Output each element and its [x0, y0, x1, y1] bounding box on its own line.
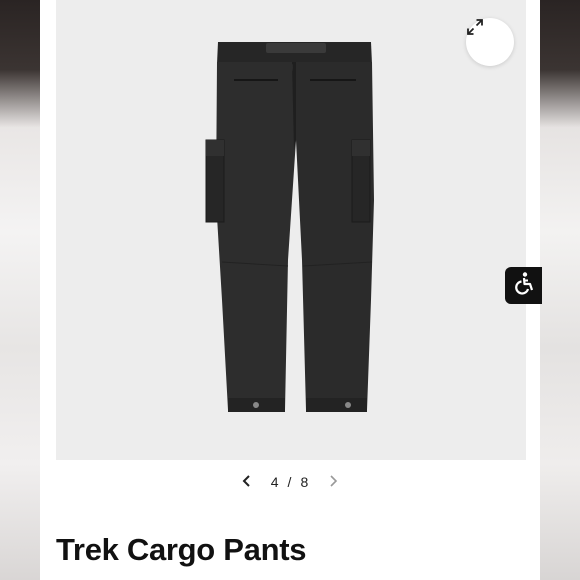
next-image-button[interactable]: [321, 470, 345, 494]
blurred-left-edge: [0, 0, 40, 580]
product-image[interactable]: [56, 0, 526, 460]
chevron-left-icon: [241, 474, 253, 491]
blurred-right-edge: [540, 0, 580, 580]
accessibility-button[interactable]: [505, 267, 542, 304]
total-image-count: 8: [300, 474, 310, 490]
wheelchair-icon: [512, 271, 536, 300]
counter-separator: /: [287, 474, 293, 490]
prev-image-button[interactable]: [235, 470, 259, 494]
current-image-number: 4: [270, 474, 280, 490]
image-pager: 4 / 8: [40, 470, 540, 494]
expand-image-button[interactable]: [466, 18, 514, 66]
image-counter: 4 / 8: [267, 474, 313, 490]
chevron-right-icon: [327, 474, 339, 491]
product-page: 4 / 8 Trek Cargo Pants: [40, 0, 540, 580]
product-title: Trek Cargo Pants: [56, 532, 307, 567]
cargo-pants-photo: [205, 42, 374, 412]
